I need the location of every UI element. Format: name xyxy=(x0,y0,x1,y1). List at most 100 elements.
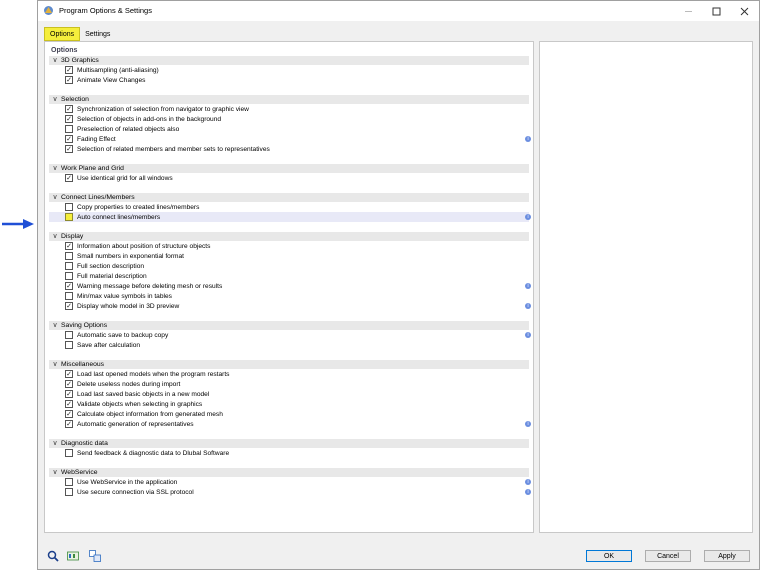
option-checkbox[interactable]: ✓ xyxy=(65,66,73,74)
option-checkbox[interactable]: ✓ xyxy=(65,282,73,290)
section-header[interactable]: ∨ Selection xyxy=(49,95,529,104)
option-checkbox[interactable]: ✓ xyxy=(65,145,73,153)
section-header[interactable]: ∨ Work Plane and Grid xyxy=(49,164,529,173)
chevron-down-icon[interactable]: ∨ xyxy=(49,193,61,202)
option-row[interactable]: Automatic save to backup copy i xyxy=(49,330,531,340)
chevron-down-icon[interactable]: ∨ xyxy=(49,164,61,173)
option-checkbox[interactable]: ✓ xyxy=(65,410,73,418)
option-row[interactable]: ✓ Load last opened models when the progra… xyxy=(49,369,529,379)
option-row[interactable]: ✓ Automatic generation of representatives… xyxy=(49,419,531,429)
tab-settings[interactable]: Settings xyxy=(80,27,115,41)
section-header[interactable]: ∨ WebService xyxy=(49,468,529,477)
option-row[interactable]: ✓ Synchronization of selection from navig… xyxy=(49,104,529,114)
option-label: Multisampling (anti-aliasing) xyxy=(77,66,159,74)
option-row[interactable]: ✓ Selection of objects in add-ons in the … xyxy=(49,114,529,124)
ok-button[interactable]: OK xyxy=(586,550,632,562)
maximize-button[interactable] xyxy=(702,1,730,21)
minimize-button[interactable] xyxy=(674,1,702,21)
option-row[interactable]: Save after calculation xyxy=(49,340,529,350)
section-header[interactable]: ∨ Diagnostic data xyxy=(49,439,529,448)
option-row[interactable]: Full section description xyxy=(49,261,529,271)
section-header[interactable]: ∨ Display xyxy=(49,232,529,241)
option-row[interactable]: ✓ Use identical grid for all windows xyxy=(49,173,529,183)
option-checkbox[interactable]: ✓ xyxy=(65,76,73,84)
option-row[interactable]: Auto connect lines/members i xyxy=(49,212,531,222)
option-label: Synchronization of selection from naviga… xyxy=(77,105,249,113)
info-icon[interactable]: i xyxy=(525,479,531,485)
option-checkbox[interactable] xyxy=(65,341,73,349)
option-row[interactable]: ✓ Animate View Changes xyxy=(49,75,529,85)
option-row[interactable]: ✓ Load last saved basic objects in a new … xyxy=(49,389,529,399)
search-tool-button[interactable] xyxy=(46,549,60,563)
chevron-down-icon[interactable]: ∨ xyxy=(49,360,61,369)
option-row[interactable]: Preselection of related objects also xyxy=(49,124,529,134)
option-checkbox[interactable] xyxy=(65,488,73,496)
chevron-down-icon[interactable]: ∨ xyxy=(49,468,61,477)
info-icon[interactable]: i xyxy=(525,283,531,289)
option-checkbox[interactable] xyxy=(65,272,73,280)
option-label: Selection of objects in add-ons in the b… xyxy=(77,115,222,123)
units-tool-button[interactable] xyxy=(88,549,102,563)
option-row[interactable]: Use WebService in the application i xyxy=(49,477,531,487)
option-checkbox[interactable] xyxy=(65,252,73,260)
option-row[interactable]: ✓ Fading Effect i xyxy=(49,134,531,144)
info-icon[interactable]: i xyxy=(525,489,531,495)
option-row[interactable]: ✓ Multisampling (anti-aliasing) xyxy=(49,65,529,75)
option-row[interactable]: ✓ Validate objects when selecting in grap… xyxy=(49,399,529,409)
option-row[interactable]: Copy properties to created lines/members xyxy=(49,202,529,212)
option-checkbox[interactable] xyxy=(65,125,73,133)
option-row[interactable]: ✓ Information about position of structure… xyxy=(49,241,529,251)
cancel-button[interactable]: Cancel xyxy=(645,550,691,562)
option-checkbox[interactable]: ✓ xyxy=(65,115,73,123)
section-title: Connect Lines/Members xyxy=(61,194,135,201)
option-checkbox[interactable] xyxy=(65,262,73,270)
section-header[interactable]: ∨ Miscellaneous xyxy=(49,360,529,369)
info-icon[interactable]: i xyxy=(525,214,531,220)
option-row[interactable]: Use secure connection via SSL protocol i xyxy=(49,487,531,497)
option-row[interactable]: Send feedback & diagnostic data to Dluba… xyxy=(49,448,529,458)
info-icon[interactable]: i xyxy=(525,421,531,427)
option-checkbox[interactable]: ✓ xyxy=(65,390,73,398)
close-button[interactable] xyxy=(730,1,758,21)
option-row[interactable]: ✓ Display whole model in 3D preview i xyxy=(49,301,531,311)
option-checkbox[interactable]: ✓ xyxy=(65,420,73,428)
option-checkbox[interactable] xyxy=(65,449,73,457)
option-checkbox[interactable] xyxy=(65,478,73,486)
option-row[interactable]: ✓ Warning message before deleting mesh or… xyxy=(49,281,531,291)
info-icon[interactable]: i xyxy=(525,136,531,142)
option-checkbox[interactable]: ✓ xyxy=(65,380,73,388)
units-icon xyxy=(89,550,101,562)
chevron-down-icon[interactable]: ∨ xyxy=(49,439,61,448)
option-checkbox[interactable]: ✓ xyxy=(65,135,73,143)
chevron-down-icon[interactable]: ∨ xyxy=(49,56,61,65)
option-checkbox[interactable] xyxy=(65,292,73,300)
chevron-down-icon[interactable]: ∨ xyxy=(49,232,61,241)
option-row[interactable]: Full material description xyxy=(49,271,529,281)
option-checkbox[interactable]: ✓ xyxy=(65,105,73,113)
close-icon xyxy=(740,7,748,15)
tab-options[interactable]: Options xyxy=(44,27,81,41)
section-header[interactable]: ∨ 3D Graphics xyxy=(49,56,529,65)
info-icon[interactable]: i xyxy=(525,332,531,338)
option-row[interactable]: ✓ Calculate object information from gener… xyxy=(49,409,529,419)
option-checkbox[interactable]: ✓ xyxy=(65,400,73,408)
option-row[interactable]: ✓ Delete useless nodes during import xyxy=(49,379,529,389)
option-checkbox[interactable] xyxy=(65,203,73,211)
info-icon[interactable]: i xyxy=(525,303,531,309)
option-row[interactable]: ✓ Selection of related members and member… xyxy=(49,144,529,154)
option-checkbox[interactable]: ✓ xyxy=(65,174,73,182)
section-header[interactable]: ∨ Connect Lines/Members xyxy=(49,193,529,202)
section-header[interactable]: ∨ Saving Options xyxy=(49,321,529,330)
chevron-down-icon[interactable]: ∨ xyxy=(49,321,61,330)
chevron-down-icon[interactable]: ∨ xyxy=(49,95,61,104)
value-tool-button[interactable] xyxy=(66,549,80,563)
option-checkbox[interactable]: ✓ xyxy=(65,242,73,250)
option-row[interactable]: Min/max value symbols in tables xyxy=(49,291,529,301)
option-label: Full material description xyxy=(77,272,147,280)
option-checkbox[interactable] xyxy=(65,331,73,339)
option-row[interactable]: Small numbers in exponential format xyxy=(49,251,529,261)
apply-button[interactable]: Apply xyxy=(704,550,750,562)
option-checkbox[interactable]: ✓ xyxy=(65,370,73,378)
option-checkbox[interactable] xyxy=(65,213,73,221)
option-checkbox[interactable]: ✓ xyxy=(65,302,73,310)
